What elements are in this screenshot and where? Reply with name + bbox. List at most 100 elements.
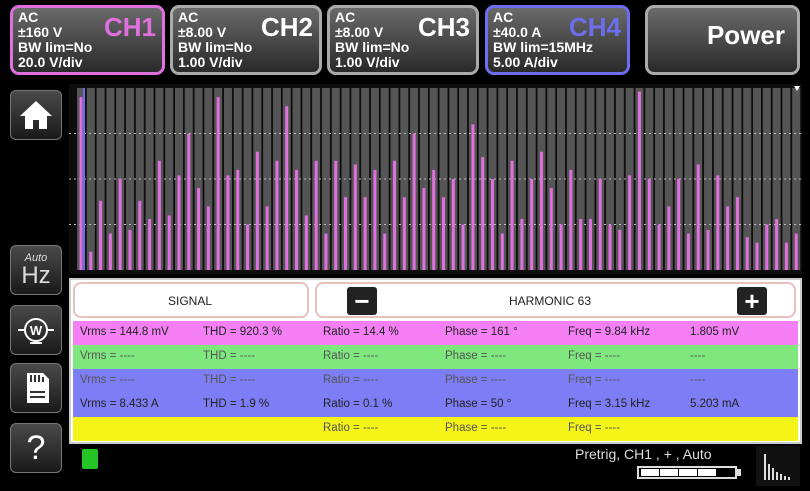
thd-cell: THD = 920.3 % bbox=[203, 326, 282, 338]
table-row[interactable]: Ratio = ---- Phase = ---- Freq = ---- bbox=[73, 417, 798, 441]
harmonic-bar bbox=[745, 237, 749, 270]
power-button[interactable]: Power bbox=[645, 5, 800, 75]
help-icon: ? bbox=[26, 428, 46, 467]
measurement-panel: SIGNAL − HARMONIC 63 + Vrms = 144.8 mV T… bbox=[69, 278, 802, 444]
power-label: Power bbox=[706, 20, 785, 50]
help-button[interactable]: ? bbox=[10, 423, 62, 473]
ratio-cell: Ratio = 14.4 % bbox=[323, 326, 399, 338]
harmonic-bar bbox=[510, 160, 514, 270]
harmonic-bar bbox=[187, 133, 191, 270]
home-button[interactable] bbox=[10, 90, 62, 140]
harmonic-bar bbox=[794, 233, 798, 270]
battery-segment bbox=[660, 469, 678, 476]
harmonic-title: HARMONIC 63 bbox=[509, 294, 592, 308]
harmonics-chart-svg bbox=[69, 86, 802, 271]
auto-hz-button[interactable]: Auto Hz bbox=[10, 245, 62, 295]
harmonic-header: − HARMONIC 63 + bbox=[315, 282, 796, 318]
harmonic-bar bbox=[324, 233, 328, 270]
value-cell: 5.203 mA bbox=[690, 398, 740, 410]
ratio-cell: Ratio = ---- bbox=[323, 422, 379, 434]
harmonic-decrease-button[interactable]: − bbox=[347, 287, 377, 315]
phase-cell: Phase = 161 ° bbox=[445, 326, 518, 338]
sd-card-button[interactable] bbox=[10, 363, 62, 413]
battery-segment bbox=[641, 469, 659, 476]
harmonic-bar bbox=[716, 175, 720, 270]
thd-cell: THD = 1.9 % bbox=[203, 398, 270, 410]
trigger-status: Pretrig, CH1 , + , Auto bbox=[575, 446, 712, 462]
battery-segment bbox=[698, 469, 716, 476]
harmonic-bar bbox=[138, 200, 142, 270]
harmonic-bar bbox=[598, 179, 602, 270]
harmonic-bar bbox=[246, 224, 250, 270]
harmonic-bar bbox=[726, 206, 730, 270]
channel-4-label: CH4 bbox=[568, 12, 621, 42]
vrms-cell: Vrms = ---- bbox=[80, 350, 135, 362]
display-mode-button[interactable] bbox=[756, 446, 800, 486]
harmonic-bar bbox=[295, 169, 299, 270]
harmonic-bar bbox=[353, 164, 357, 270]
harmonic-bar bbox=[618, 229, 622, 270]
harmonic-bar bbox=[559, 224, 563, 270]
harmonic-bar bbox=[775, 219, 779, 270]
harmonic-bar bbox=[451, 179, 455, 270]
harmonic-bar bbox=[686, 233, 690, 270]
channel-4-button[interactable]: AC ±40.0 A BW lim=15MHz 5.00 A/div CH4 bbox=[485, 5, 630, 75]
hz-label: Hz bbox=[21, 261, 51, 289]
channel-1-label: CH1 bbox=[103, 12, 156, 42]
value-cell: ---- bbox=[690, 374, 706, 386]
harmonic-bar bbox=[539, 151, 543, 270]
harmonic-bar bbox=[99, 200, 103, 270]
ratio-cell: Ratio = ---- bbox=[323, 374, 379, 386]
phase-cell: Phase = ---- bbox=[445, 422, 507, 434]
channel-3-button[interactable]: AC ±8.00 V BW lim=No 1.00 V/div CH3 bbox=[327, 5, 479, 75]
channel-2-label: CH2 bbox=[260, 12, 313, 42]
signal-title: SIGNAL bbox=[168, 294, 213, 308]
svg-text:W: W bbox=[30, 323, 43, 338]
harmonic-bar bbox=[608, 224, 612, 270]
harmonic-bar bbox=[647, 179, 651, 270]
freq-cell: Freq = 3.15 kHz bbox=[568, 398, 651, 410]
harmonic-bar bbox=[755, 242, 759, 270]
harmonic-bar bbox=[549, 188, 553, 270]
freq-cell: Freq = 9.84 kHz bbox=[568, 326, 651, 338]
channel-2-button[interactable]: AC ±8.00 V BW lim=No 1.00 V/div CH2 bbox=[170, 5, 322, 75]
value-cell: 1.805 mV bbox=[690, 326, 740, 338]
harmonic-increase-button[interactable]: + bbox=[737, 287, 767, 315]
harmonic-bar bbox=[471, 124, 475, 271]
vrms-cell: Vrms = 144.8 mV bbox=[80, 326, 169, 338]
table-row[interactable]: Vrms = ---- THD = ---- Ratio = ---- Phas… bbox=[73, 369, 798, 393]
channel-3-label: CH3 bbox=[417, 12, 470, 42]
harmonic-bar bbox=[79, 97, 83, 270]
harmonic-bar bbox=[206, 206, 210, 270]
battery-segment bbox=[679, 469, 697, 476]
harmonic-bar bbox=[637, 91, 641, 270]
harmonic-bar bbox=[157, 160, 161, 270]
thd-cell: THD = ---- bbox=[203, 374, 256, 386]
table-row[interactable]: Vrms = 144.8 mV THD = 920.3 % Ratio = 14… bbox=[73, 321, 798, 345]
harmonic-bar bbox=[530, 179, 534, 270]
harmonic-bar bbox=[579, 219, 583, 270]
harmonic-cursor[interactable] bbox=[83, 88, 85, 270]
harmonic-bar bbox=[393, 160, 397, 270]
harmonic-bar bbox=[500, 233, 504, 270]
harmonic-bar bbox=[569, 169, 573, 270]
harmonic-bar bbox=[304, 215, 308, 270]
wattmeter-button[interactable]: W bbox=[10, 305, 62, 355]
phase-cell: Phase = ---- bbox=[445, 350, 507, 362]
harmonic-bar bbox=[128, 229, 132, 270]
harmonic-bar bbox=[677, 179, 681, 270]
freq-cell: Freq = ---- bbox=[568, 374, 621, 386]
thd-cell: THD = ---- bbox=[203, 350, 256, 362]
table-row[interactable]: Vrms = 8.433 A THD = 1.9 % Ratio = 0.1 %… bbox=[73, 393, 798, 417]
harmonic-bar bbox=[520, 219, 524, 270]
harmonic-bar bbox=[255, 151, 259, 270]
value-cell: ---- bbox=[690, 350, 706, 362]
harmonic-bar bbox=[197, 188, 201, 270]
table-row[interactable]: Vrms = ---- THD = ---- Ratio = ---- Phas… bbox=[73, 345, 798, 369]
harmonics-chart[interactable] bbox=[69, 84, 802, 274]
harmonic-bar bbox=[442, 197, 445, 270]
harmonic-bar bbox=[696, 164, 700, 270]
harmonic-bar bbox=[657, 224, 661, 270]
bar-graph-icon bbox=[764, 454, 790, 480]
channel-1-button[interactable]: AC ±160 V BW lim=No 20.0 V/div CH1 bbox=[10, 5, 165, 75]
